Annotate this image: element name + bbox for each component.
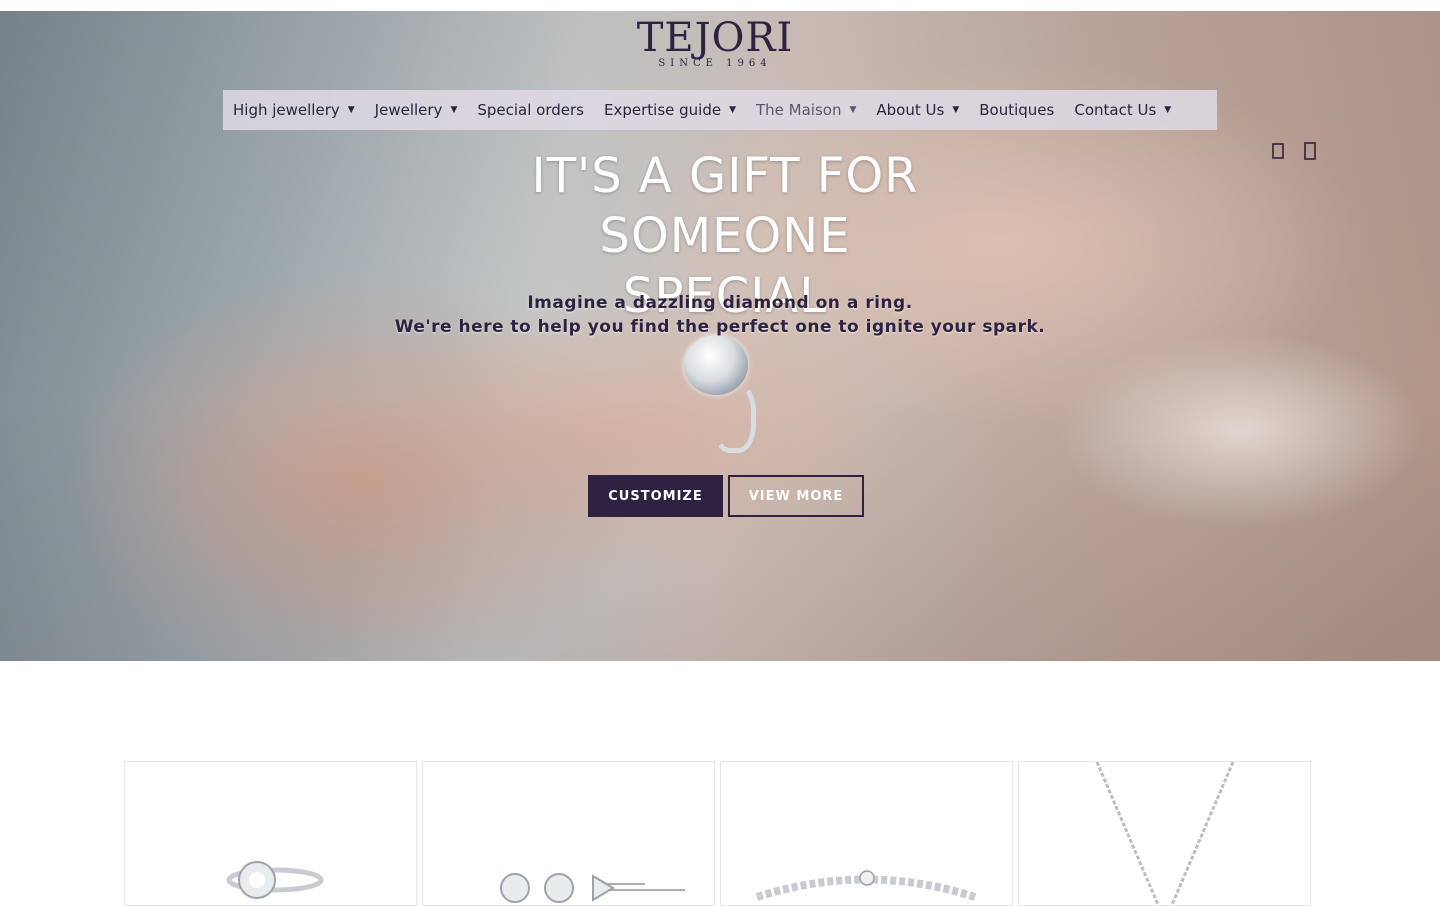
nav-label: High jewellery [233,101,340,119]
product-card-bracelet[interactable] [720,761,1013,906]
diamond-ring-image [226,861,324,899]
product-card-earrings[interactable] [422,761,715,906]
caret-down-icon: ▼ [729,105,736,115]
nav-item-special-orders[interactable]: Special orders [467,90,594,130]
search-icon[interactable] [1268,141,1288,161]
main-navigation: High jewellery ▼ Jewellery ▼ Special order… [223,90,1217,130]
nav-item-expertise-guide[interactable]: Expertise guide ▼ [594,90,746,130]
nav-label: Jewellery [374,101,443,119]
nav-item-the-maison[interactable]: The Maison ▼ [746,90,866,130]
diamond-necklace-image [1095,762,1235,905]
caret-down-icon: ▼ [849,105,857,115]
top-strip [0,0,1440,11]
view-more-button[interactable]: VIEW MORE [728,475,864,517]
nav-label: Contact Us [1074,101,1157,119]
user-icon[interactable] [1300,141,1320,161]
hero-ring-band [712,383,756,453]
hero-subline-1: Imagine a dazzling diamond on a ring. [527,293,913,313]
hero-headline: IT'S A GIFT FOR SOMEONE SPECIAL [531,148,919,316]
nav-item-high-jewellery[interactable]: High jewellery ▼ [233,90,365,130]
nav-item-about-us[interactable]: About Us ▼ [866,90,969,130]
caret-down-icon: ▼ [952,105,960,115]
product-grid [124,761,1314,906]
diamond-earrings-image [500,873,685,903]
nav-label: Special orders [477,101,584,119]
nav-item-jewellery[interactable]: Jewellery ▼ [365,90,468,130]
brand-logo[interactable]: TEJORI SINCE 1964 [620,16,810,74]
product-card-necklace[interactable] [1018,761,1311,906]
product-card-ring[interactable] [124,761,417,906]
diamond-bracelet-image [755,870,977,901]
nav-item-boutiques[interactable]: Boutiques [969,90,1064,130]
nav-label: The Maison [756,101,842,119]
hero-subline-2: We're here to help you find the perfect … [394,317,1046,337]
caret-down-icon: ▼ [450,105,458,115]
customize-button[interactable]: CUSTOMIZE [588,475,723,517]
nav-label: Expertise guide [604,101,722,119]
brand-name: TEJORI [636,15,794,61]
nav-label: About Us [876,101,945,119]
nav-item-contact-us[interactable]: Contact Us ▼ [1064,90,1181,130]
nav-label: Boutiques [979,101,1055,119]
caret-down-icon: ▼ [347,105,355,115]
caret-down-icon: ▼ [1164,105,1172,115]
